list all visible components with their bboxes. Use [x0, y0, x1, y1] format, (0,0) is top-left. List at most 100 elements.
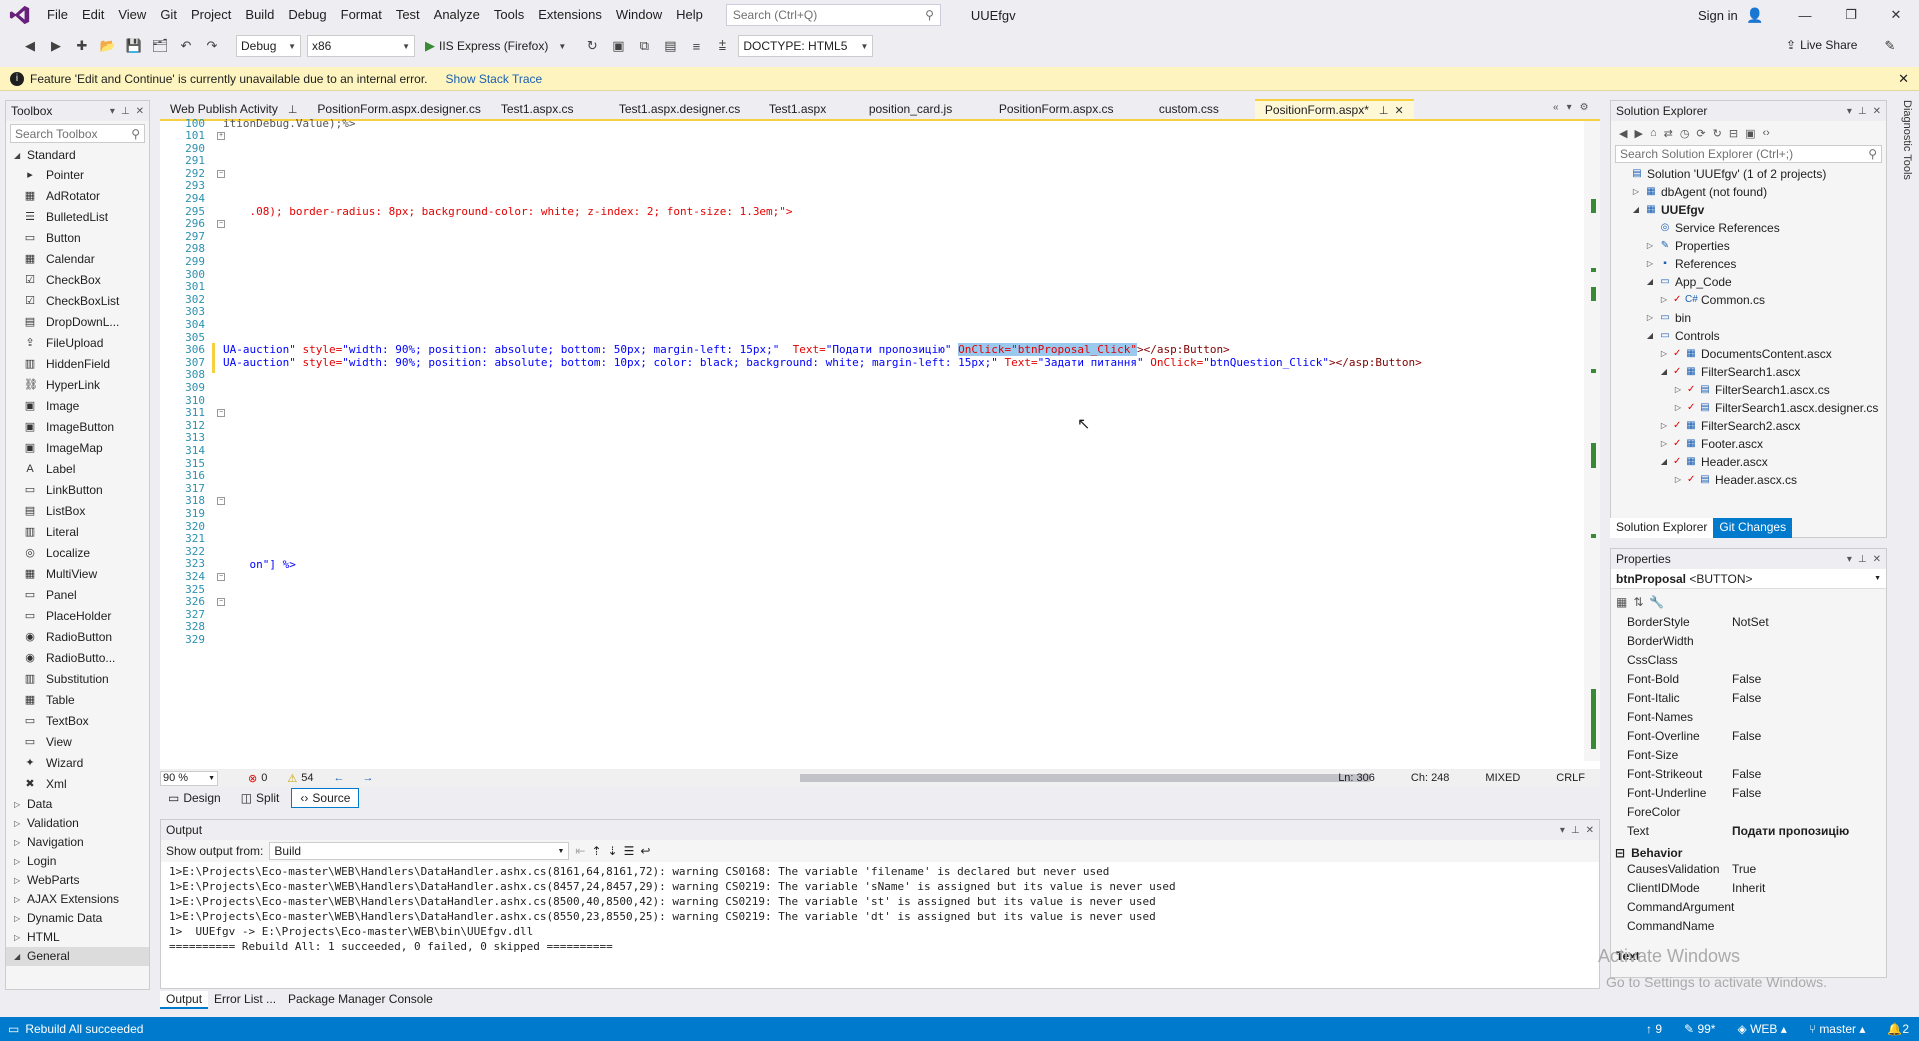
- tab-split[interactable]: ◫ Split: [233, 788, 288, 808]
- menu-format[interactable]: Format: [334, 0, 389, 30]
- open-file-icon[interactable]: 📂: [98, 36, 118, 56]
- sign-in-link[interactable]: Sign in: [1698, 8, 1738, 23]
- zoom-select[interactable]: 90 % ▼: [160, 770, 218, 786]
- find-previous-icon[interactable]: ⇡: [591, 844, 601, 858]
- restore-icon[interactable]: ❐: [1828, 0, 1874, 30]
- toolbox-item[interactable]: ▣ Image: [6, 396, 149, 417]
- dropdown-icon[interactable]: ▾: [1560, 825, 1565, 836]
- toolbox-item[interactable]: ⛓ HyperLink: [6, 375, 149, 396]
- output-log[interactable]: 1>E:\Projects\Eco-master\WEB\Handlers\Da…: [161, 862, 1599, 977]
- property-row[interactable]: CausesValidation True: [1611, 862, 1886, 881]
- chevron-down-icon[interactable]: ▼: [552, 36, 572, 56]
- show-all-files-icon[interactable]: ▣: [1745, 127, 1755, 140]
- expand-icon[interactable]: ◢: [1645, 327, 1655, 345]
- property-row[interactable]: Font-Size: [1611, 748, 1886, 767]
- alphabetical-icon[interactable]: ⇅: [1633, 595, 1643, 609]
- toolbox-item[interactable]: ▤ DropDownL...: [6, 312, 149, 333]
- property-row[interactable]: CommandArgument: [1611, 900, 1886, 919]
- scroll-tabs-left-icon[interactable]: «: [1553, 102, 1559, 113]
- solution-search-input[interactable]: Search Solution Explorer (Ctrl+;) ⚲: [1615, 145, 1882, 163]
- toolbox-item[interactable]: ▦ AdRotator: [6, 186, 149, 207]
- property-row[interactable]: ClientIDMode Inherit: [1611, 881, 1886, 900]
- menu-debug[interactable]: Debug: [281, 0, 333, 30]
- pin-icon[interactable]: ⊥: [1858, 554, 1867, 565]
- toolbox-item[interactable]: ◎ Localize: [6, 543, 149, 564]
- expand-icon[interactable]: ◢: [1659, 363, 1669, 381]
- toolbox-group[interactable]: ◢ General: [6, 947, 149, 966]
- clear-all-icon[interactable]: ☰: [624, 844, 635, 858]
- settings-icon[interactable]: ⚙: [1580, 102, 1589, 113]
- toolbox-item[interactable]: ▦ Table: [6, 690, 149, 711]
- tab-test1-designer[interactable]: Test1.aspx.designer.cs: [609, 99, 759, 119]
- toolbox-group[interactable]: ▷ Login: [6, 852, 149, 871]
- property-value[interactable]: [1728, 919, 1886, 938]
- output-source-select[interactable]: Build ▼: [269, 842, 570, 860]
- toolbox-group[interactable]: ▷ Validation: [6, 814, 149, 833]
- toolbox-item[interactable]: ▭ Panel: [6, 585, 149, 606]
- back-icon[interactable]: ◀: [1619, 127, 1627, 140]
- expand-icon[interactable]: ▷: [1645, 255, 1655, 273]
- property-row[interactable]: BorderWidth: [1611, 634, 1886, 653]
- expand-icon[interactable]: ▷: [1673, 399, 1683, 417]
- tab-error-list[interactable]: Error List ...: [208, 991, 282, 1009]
- solution-tree-item[interactable]: ◢ ✓ ▦ Header.ascx: [1611, 453, 1886, 471]
- property-row[interactable]: Text Подати пропозицію: [1611, 824, 1886, 843]
- close-icon[interactable]: ✕: [1898, 71, 1909, 87]
- solution-tree-item[interactable]: ◢ ▭ App_Code: [1611, 273, 1886, 291]
- pending-changes[interactable]: ✎ 99*: [1684, 1022, 1715, 1036]
- property-value[interactable]: [1728, 634, 1886, 653]
- save-all-icon[interactable]: 🗂: [150, 36, 170, 56]
- toolbox-item[interactable]: ▭ Button: [6, 228, 149, 249]
- browser-link-icon[interactable]: ▣: [608, 36, 628, 56]
- go-to-previous-icon[interactable]: ⇤: [575, 844, 585, 858]
- forward-icon[interactable]: ▶: [1634, 127, 1642, 140]
- redo-icon[interactable]: ↷: [202, 36, 222, 56]
- refresh-icon[interactable]: ↻: [1713, 127, 1722, 140]
- toolbox-item[interactable]: A Label: [6, 459, 149, 480]
- solution-tree-item[interactable]: ◢ ▦ UUEfgv: [1611, 201, 1886, 219]
- configuration-select[interactable]: Debug ▼: [236, 35, 301, 57]
- solution-tree-item[interactable]: ▷ ✓ ▤ Header.ascx.cs: [1611, 471, 1886, 489]
- toolbox-item[interactable]: ☰ BulletedList: [6, 207, 149, 228]
- property-value[interactable]: Подати пропозицію: [1728, 824, 1886, 843]
- dropdown-icon[interactable]: ▾: [110, 106, 115, 117]
- run-button[interactable]: ▶ IIS Express (Firefox) ▼: [421, 36, 576, 56]
- toolbox-item[interactable]: ▥ Substitution: [6, 669, 149, 690]
- expand-icon[interactable]: ◢: [1631, 201, 1641, 219]
- toolbox-item[interactable]: ▸ Pointer: [6, 165, 149, 186]
- solution-tree-item[interactable]: ◎ Service References: [1611, 219, 1886, 237]
- menu-test[interactable]: Test: [389, 0, 427, 30]
- home-icon[interactable]: ⌂: [1650, 127, 1657, 139]
- pin-icon[interactable]: ⊥: [1571, 825, 1580, 836]
- property-row[interactable]: ForeColor: [1611, 805, 1886, 824]
- toolbox-item[interactable]: ▥ Literal: [6, 522, 149, 543]
- property-object-select[interactable]: btnProposal <BUTTON> ▼: [1611, 569, 1886, 589]
- expand-icon[interactable]: ▷: [1659, 345, 1669, 363]
- close-icon[interactable]: ✕: [136, 106, 144, 117]
- refresh-icon[interactable]: ↻: [582, 36, 602, 56]
- next-issue-icon[interactable]: →: [362, 772, 373, 784]
- toolbox-item[interactable]: ◉ RadioButto...: [6, 648, 149, 669]
- menu-view[interactable]: View: [111, 0, 153, 30]
- expand-icon[interactable]: ▷: [1631, 183, 1641, 201]
- tab-position-card-js[interactable]: position_card.js: [859, 99, 989, 119]
- toolbox-item[interactable]: ▭ PlaceHolder: [6, 606, 149, 627]
- uncomment-icon[interactable]: ⩲: [712, 36, 732, 56]
- solution-tree-item[interactable]: ▷ ✓ ▦ FilterSearch2.ascx: [1611, 417, 1886, 435]
- toolbox-group[interactable]: ▷ HTML: [6, 928, 149, 947]
- toolbox-item[interactable]: ▭ TextBox: [6, 711, 149, 732]
- menu-git[interactable]: Git: [153, 0, 184, 30]
- doctype-select[interactable]: DOCTYPE: HTML5 ▼: [738, 35, 874, 57]
- pin-icon[interactable]: ⊥: [121, 106, 130, 117]
- property-row[interactable]: CssClass: [1611, 653, 1886, 672]
- solution-tree-item[interactable]: ▷ ✎ Properties: [1611, 237, 1886, 255]
- toolbox-group-standard[interactable]: ◢ Standard: [6, 146, 149, 165]
- minimize-icon[interactable]: —: [1782, 0, 1828, 30]
- toolbox-group[interactable]: ▷ WebParts: [6, 871, 149, 890]
- solution-tree-item[interactable]: ▷ ▭ bin: [1611, 309, 1886, 327]
- property-value[interactable]: False: [1728, 691, 1886, 710]
- forward-icon[interactable]: ▶: [46, 36, 66, 56]
- tab-test1-aspx-cs[interactable]: Test1.aspx.cs: [491, 99, 609, 119]
- previous-issue-icon[interactable]: ←: [333, 772, 344, 784]
- feedback-icon[interactable]: ✎: [1875, 31, 1905, 61]
